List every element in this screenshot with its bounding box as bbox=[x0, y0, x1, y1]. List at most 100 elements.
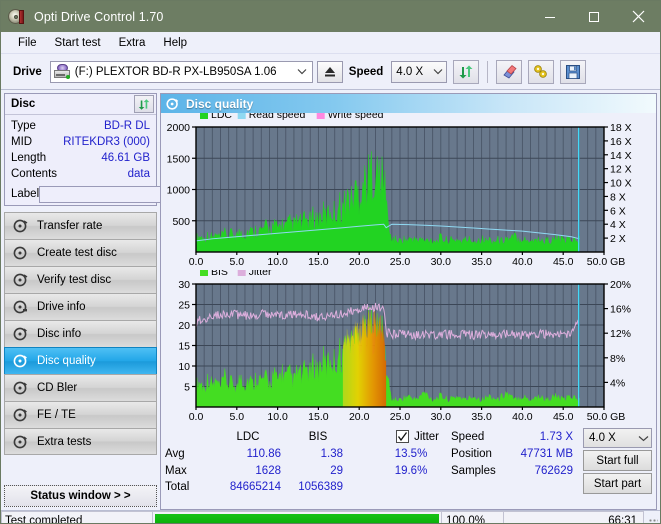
svg-text:35.0: 35.0 bbox=[471, 256, 492, 268]
disc-burn-icon bbox=[13, 245, 29, 261]
ldc-chart-container[interactable]: 500 1000 1500 2000 2 X 4 X 6 X 8 X 10 X 12 X 14 X 1… bbox=[161, 113, 656, 270]
svg-text:8 X: 8 X bbox=[610, 191, 626, 203]
stats-header-jitter: Jitter bbox=[414, 430, 439, 443]
sidebar-item-verify-test-disc[interactable]: Verify test disc bbox=[4, 266, 157, 293]
svg-text:20.0: 20.0 bbox=[349, 411, 370, 423]
sidebar-item-label: Transfer rate bbox=[37, 220, 103, 232]
window-title: Opti Drive Control 1.70 bbox=[34, 9, 164, 24]
floppy-save-icon bbox=[566, 64, 581, 79]
disc-refresh-button[interactable] bbox=[134, 95, 154, 113]
toolbar-speed-select[interactable]: 4.0 X bbox=[391, 60, 448, 83]
nav-list: Transfer rate Create test disc Verify te… bbox=[4, 212, 157, 455]
erase-button[interactable] bbox=[496, 59, 523, 84]
menu-item-help[interactable]: Help bbox=[154, 35, 196, 51]
resize-grip-icon[interactable] bbox=[644, 511, 660, 523]
menu-item-file[interactable]: File bbox=[9, 35, 46, 51]
svg-text:12%: 12% bbox=[610, 328, 631, 340]
svg-text:35.0: 35.0 bbox=[471, 411, 492, 423]
svg-text:5: 5 bbox=[184, 382, 190, 394]
drive-select[interactable]: (F:) PLEXTOR BD-R PX-LB950SA 1.06 bbox=[49, 60, 313, 83]
refresh-button[interactable] bbox=[453, 59, 480, 84]
refresh-icon bbox=[138, 98, 150, 110]
svg-text:4%: 4% bbox=[610, 377, 625, 389]
minimize-icon[interactable] bbox=[528, 1, 572, 32]
app-disc-icon bbox=[8, 8, 26, 26]
statistics-table: LDC BIS Jitter Avg 110.86 1.38 13.5% Max… bbox=[165, 428, 439, 495]
title-bar: Opti Drive Control 1.70 bbox=[1, 1, 660, 32]
progress-fill bbox=[155, 514, 439, 523]
sidebar-item-label: CD Bler bbox=[37, 382, 78, 394]
samples-value: 762629 bbox=[534, 464, 573, 477]
disc-verify-icon bbox=[13, 272, 29, 288]
sidebar-item-fe-te[interactable]: FE / TE bbox=[4, 401, 157, 428]
disc-row-type: Type BD-R DL bbox=[5, 118, 156, 134]
drive-select-value: (F:) PLEXTOR BD-R PX-LB950SA 1.06 bbox=[74, 65, 277, 78]
progress-percent: 100.0% bbox=[442, 511, 504, 523]
menu-item-start-test[interactable]: Start test bbox=[46, 35, 110, 51]
speed-key: Speed bbox=[451, 430, 485, 443]
eject-icon bbox=[324, 67, 335, 77]
disc-quality-icon bbox=[13, 353, 29, 369]
svg-text:30.0: 30.0 bbox=[431, 256, 452, 268]
svg-text:0.0: 0.0 bbox=[189, 256, 204, 268]
sidebar-item-label: Drive info bbox=[37, 301, 86, 313]
progress-bar bbox=[153, 511, 442, 523]
eject-button[interactable] bbox=[316, 60, 343, 83]
close-icon[interactable] bbox=[616, 1, 660, 32]
stats-ldc-avg: 110.86 bbox=[246, 447, 281, 460]
stats-bis-max: 29 bbox=[330, 464, 343, 477]
maximize-icon[interactable] bbox=[572, 1, 616, 32]
sidebar-item-disc-info[interactable]: Disc info bbox=[4, 320, 157, 347]
disc-mid-value: RITEKDR3 (000) bbox=[63, 136, 150, 148]
svg-text:10: 10 bbox=[178, 361, 190, 373]
action-button-block: 4.0 X Start full Start part bbox=[583, 428, 652, 495]
bis-jitter-chart: 5 10 15 20 25 30 4% 8% 12% 16% 20% 0.0 5.0 10.0 15.0 20… bbox=[178, 270, 631, 423]
svg-text:500: 500 bbox=[172, 216, 190, 228]
panel-header: Disc quality bbox=[161, 94, 656, 113]
svg-text:1000: 1000 bbox=[167, 185, 191, 197]
tools-button[interactable] bbox=[528, 59, 555, 84]
sidebar: Disc Type BD-R DL MID RITEKDR3 (000) Len… bbox=[1, 90, 242, 510]
svg-text:10.0: 10.0 bbox=[267, 411, 288, 423]
disc-panel-header: Disc bbox=[5, 94, 156, 115]
sidebar-item-create-test-disc[interactable]: Create test disc bbox=[4, 239, 157, 266]
app-window: Opti Drive Control 1.70 File Start test … bbox=[0, 0, 661, 524]
toolbar-separator bbox=[487, 60, 489, 83]
sidebar-item-label: FE / TE bbox=[37, 409, 76, 421]
svg-text:16 X: 16 X bbox=[610, 136, 632, 148]
sidebar-item-transfer-rate[interactable]: Transfer rate bbox=[4, 212, 157, 239]
sidebar-item-drive-info[interactable]: Drive info bbox=[4, 293, 157, 320]
sidebar-item-disc-quality[interactable]: Disc quality bbox=[4, 347, 157, 374]
disc-test-icon bbox=[13, 218, 29, 234]
svg-text:5.0: 5.0 bbox=[229, 256, 244, 268]
svg-text:10.0: 10.0 bbox=[267, 256, 288, 268]
menu-item-extra[interactable]: Extra bbox=[110, 35, 155, 51]
svg-text:Write speed: Write speed bbox=[328, 113, 384, 121]
stats-row-label-avg: Avg bbox=[165, 447, 185, 460]
drive-label: Drive bbox=[13, 65, 42, 78]
svg-text:15: 15 bbox=[178, 341, 190, 353]
speed-position-block: Speed 1.73 X Position 47731 MB Samples 7… bbox=[451, 428, 577, 495]
sidebar-item-label: Disc info bbox=[37, 328, 82, 340]
start-full-button[interactable]: Start full bbox=[583, 450, 652, 471]
panel-title: Disc quality bbox=[186, 96, 254, 111]
toolbar-speed-value: 4.0 X bbox=[396, 65, 424, 78]
extra-tests-icon bbox=[13, 434, 29, 450]
sidebar-item-extra-tests[interactable]: Extra tests bbox=[4, 428, 157, 455]
start-part-button[interactable]: Start part bbox=[583, 473, 652, 494]
stats-bis-avg: 1.38 bbox=[320, 447, 343, 460]
sidebar-item-cd-bler[interactable]: CD Bler bbox=[4, 374, 157, 401]
drive-toolbar: Drive (F:) PLEXTOR BD-R PX-LB950SA 1.06 … bbox=[1, 54, 660, 90]
status-window-button[interactable]: Status window > > bbox=[4, 485, 157, 507]
test-speed-select[interactable]: 4.0 X bbox=[583, 428, 652, 448]
svg-text:LDC: LDC bbox=[211, 113, 232, 121]
jitter-checkbox[interactable] bbox=[396, 430, 410, 443]
save-button[interactable] bbox=[560, 59, 587, 84]
check-icon bbox=[398, 432, 408, 442]
elapsed-time: 66:31 bbox=[504, 511, 644, 523]
svg-text:50.0 GB: 50.0 GB bbox=[587, 411, 626, 423]
disc-length-label: Length bbox=[11, 152, 47, 164]
cd-bler-icon bbox=[13, 380, 29, 396]
svg-text:25.0: 25.0 bbox=[390, 411, 411, 423]
bis-jitter-chart-container[interactable]: 5 10 15 20 25 30 4% 8% 12% 16% 20% 0.0 5.0 10.0 15.0 20… bbox=[161, 270, 656, 425]
